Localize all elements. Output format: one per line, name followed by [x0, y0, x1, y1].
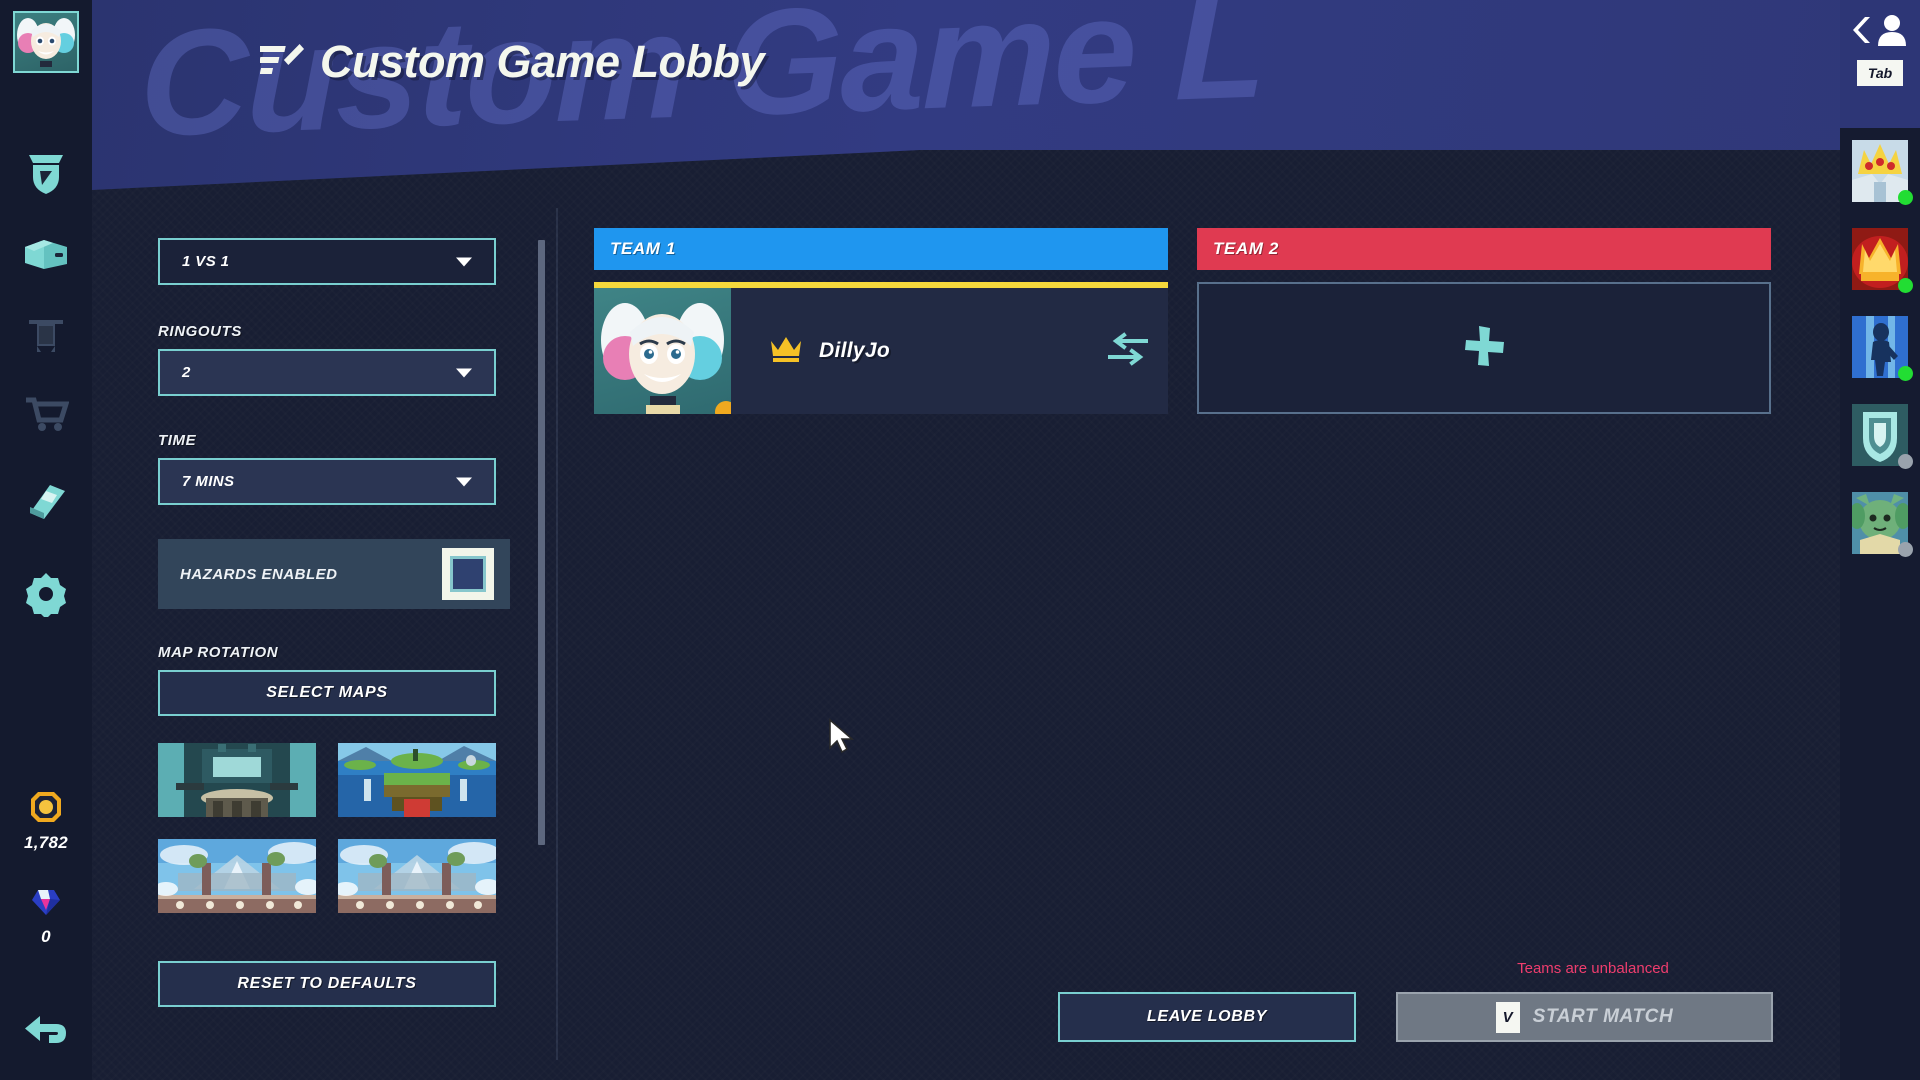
team-2-label: TEAM 2: [1213, 239, 1279, 258]
team-1-column: TEAM 1 DillyJo: [594, 228, 1168, 414]
sidebar-player-avatar[interactable]: [13, 11, 79, 73]
friend-status-dot: [1898, 190, 1913, 205]
hazards-toggle-row[interactable]: HAZARDS ENABLED: [158, 539, 510, 609]
time-dropdown[interactable]: 7 MINS: [158, 458, 496, 505]
map-rotation-thumbnails: [158, 743, 518, 913]
friend-avatar-1[interactable]: [1852, 140, 1913, 205]
swap-arrows-icon: [1108, 331, 1148, 371]
player-info: DillyJo: [731, 288, 1088, 414]
team-2-column: TEAM 2: [1197, 228, 1771, 414]
team-1-label: TEAM 1: [610, 239, 676, 258]
game-mode-value: 1 VS 1: [182, 253, 230, 270]
start-match-key-badge: V: [1495, 1001, 1520, 1033]
game-mode-dropdown[interactable]: 1 VS 1: [158, 238, 496, 285]
friend-avatar-3[interactable]: [1852, 316, 1913, 381]
friends-rail: Tab: [1840, 0, 1920, 1080]
start-match-label: START MATCH: [1532, 1006, 1674, 1027]
person-icon: [1877, 14, 1907, 51]
left-navigation-rail: 1,782 0: [0, 0, 92, 1080]
header-title-row: Custom Game Lobby: [258, 36, 765, 88]
map-thumb-skyfall-a[interactable]: [158, 839, 316, 913]
reset-to-defaults-button[interactable]: RESET TO DEFAULTS: [158, 961, 496, 1007]
player-portrait: [594, 288, 731, 414]
plus-icon: [1461, 323, 1507, 374]
friend-status-dot: [1898, 278, 1913, 293]
chevron-down-icon: [456, 368, 472, 377]
friends-rail-header[interactable]: Tab: [1840, 0, 1920, 128]
page-header: Custom Game L Custom Game Lobby: [92, 0, 1920, 190]
friend-status-dot: [1898, 454, 1913, 469]
ringouts-value: 2: [182, 364, 191, 381]
player-name: DillyJo: [819, 339, 890, 362]
teams-unbalanced-warning: Teams are unbalanced: [1517, 960, 1669, 977]
custom-game-lobby-screen: Custom Game L Custom Game Lobby 1,782 0 …: [0, 0, 1920, 1080]
map-thumb-skyfall-b[interactable]: [338, 839, 496, 913]
hazards-label: HAZARDS ENABLED: [180, 565, 338, 583]
team-1-player-slot[interactable]: DillyJo: [594, 282, 1168, 414]
legends-book-icon: [24, 481, 68, 523]
loot-box-icon: [22, 233, 70, 275]
map-thumb-temple[interactable]: [158, 743, 316, 817]
chevron-left-icon: [1853, 15, 1873, 50]
settings-gear-icon: [23, 571, 69, 617]
sidebar-item-banner[interactable]: [0, 302, 92, 366]
gold-amount: 1,782: [23, 833, 69, 852]
time-value: 7 MINS: [182, 473, 235, 490]
settings-scrollbar-track[interactable]: [538, 240, 545, 845]
edit-pencil-icon: [258, 40, 306, 85]
friend-status-dot: [1898, 542, 1913, 557]
currency-gold: 1,782: [0, 790, 92, 853]
shop-cart-icon: [23, 394, 69, 434]
mammoth-gem-icon: [30, 886, 62, 923]
ringouts-label: RINGOUTS: [158, 323, 242, 340]
sidebar-item-inventory[interactable]: [0, 222, 92, 286]
friends-list: [1840, 140, 1920, 580]
select-maps-button[interactable]: SELECT MAPS: [158, 670, 496, 716]
team-2-header: TEAM 2: [1197, 228, 1771, 270]
hazards-checkbox[interactable]: [442, 548, 494, 600]
back-button[interactable]: [0, 1000, 92, 1064]
panel-divider: [556, 208, 558, 1060]
back-arrow-icon: [23, 1013, 69, 1051]
sidebar-item-store[interactable]: [0, 382, 92, 446]
checkbox-inner-square: [450, 556, 486, 592]
time-label: TIME: [158, 432, 197, 449]
mouse-cursor: [828, 718, 858, 761]
team-1-header: TEAM 1: [594, 228, 1168, 270]
chevron-down-icon: [456, 477, 472, 486]
start-match-button[interactable]: V START MATCH: [1396, 992, 1773, 1042]
select-maps-label: SELECT MAPS: [266, 684, 388, 701]
settings-scrollbar-thumb[interactable]: [538, 240, 545, 845]
tab-key-badge: Tab: [1857, 60, 1903, 86]
sidebar-item-ranked[interactable]: [0, 142, 92, 206]
sidebar-item-legends[interactable]: [0, 470, 92, 534]
sidebar-item-settings[interactable]: [0, 562, 92, 626]
ranked-shield-icon: [25, 151, 67, 197]
banner-flag-icon: [25, 314, 67, 354]
page-title: Custom Game Lobby: [320, 36, 765, 87]
swap-team-button[interactable]: [1088, 288, 1168, 414]
friend-avatar-4[interactable]: [1852, 404, 1913, 469]
ringouts-dropdown[interactable]: 2: [158, 349, 496, 396]
team-2-empty-slot[interactable]: [1197, 282, 1771, 414]
currency-gems: 0: [0, 886, 92, 947]
reset-to-defaults-label: RESET TO DEFAULTS: [237, 975, 417, 992]
crown-icon: [769, 335, 803, 368]
lobby-settings-panel: 1 VS 1 RINGOUTS 2 TIME 7 MINS HAZARDS EN…: [158, 228, 518, 1058]
map-rotation-label: MAP ROTATION: [158, 644, 279, 661]
gems-amount: 0: [41, 927, 51, 946]
friend-avatar-2[interactable]: [1852, 228, 1913, 293]
leave-lobby-button[interactable]: LEAVE LOBBY: [1058, 992, 1356, 1042]
gold-coin-icon: [29, 790, 63, 829]
friend-avatar-5[interactable]: [1852, 492, 1913, 557]
leave-lobby-label: LEAVE LOBBY: [1146, 1008, 1268, 1025]
chevron-down-icon: [456, 257, 472, 266]
friend-status-dot: [1898, 366, 1913, 381]
map-thumb-island[interactable]: [338, 743, 496, 817]
